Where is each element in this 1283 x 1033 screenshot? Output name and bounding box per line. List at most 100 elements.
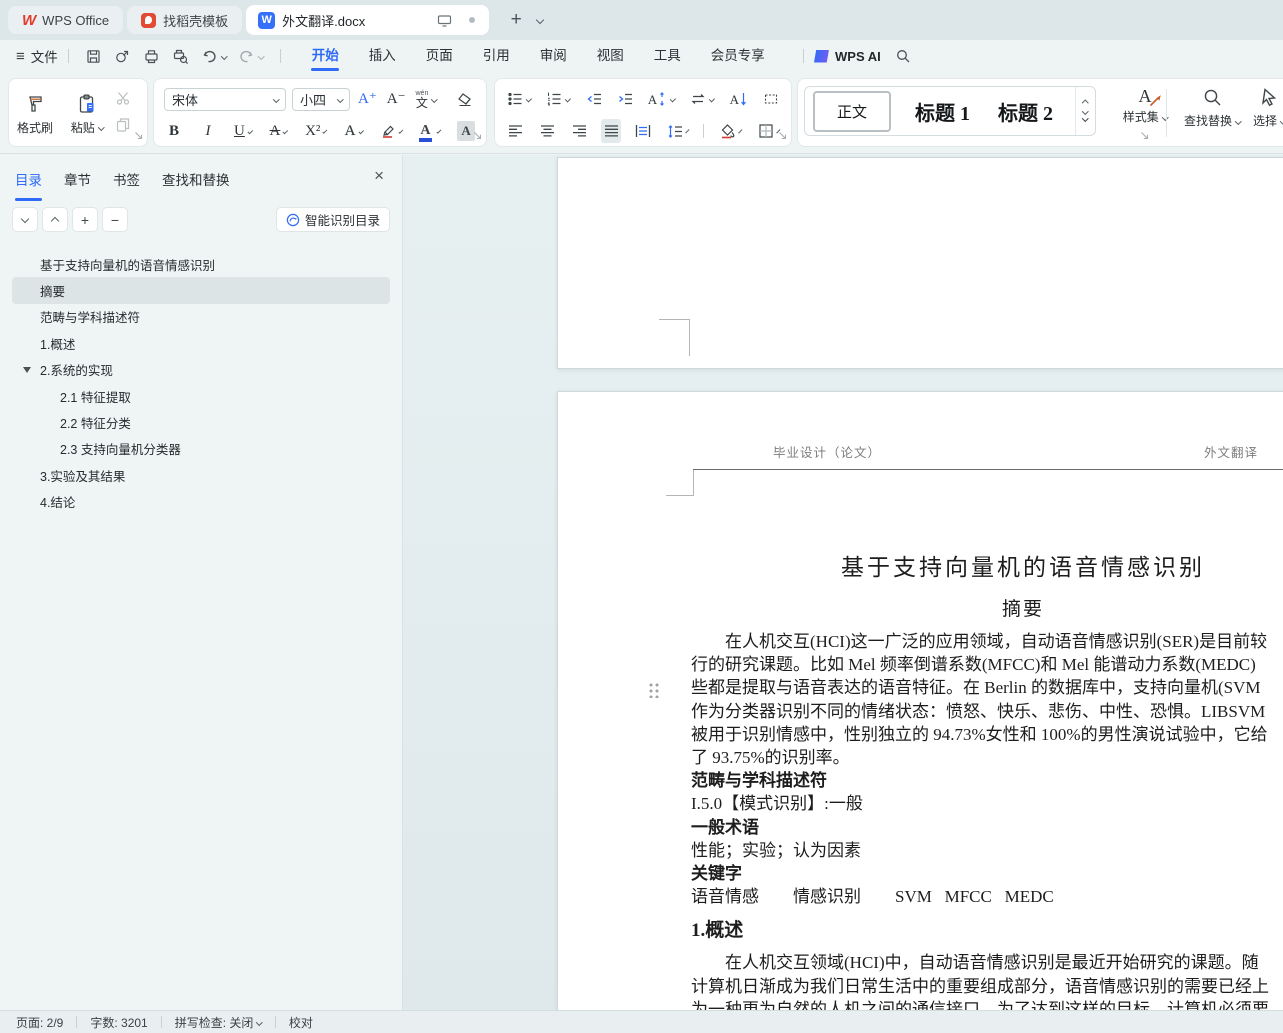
select-button[interactable]: 选择 bbox=[1253, 87, 1283, 129]
page-2[interactable]: 毕业设计（论文） 外文翻译 基于支持向量机的语音情感识别 摘要 在人机交互(HC… bbox=[557, 391, 1283, 1010]
distribute-button[interactable] bbox=[633, 119, 653, 143]
toc-item-svm-classifier[interactable]: 2.3 支持向量机分类器 bbox=[0, 436, 402, 462]
align-left-button[interactable] bbox=[505, 119, 525, 143]
toc-item-feature-extract[interactable]: 2.1 特征提取 bbox=[0, 383, 402, 409]
text-effects-button[interactable]: A bbox=[343, 119, 365, 143]
collapse-triangle-icon[interactable] bbox=[23, 366, 31, 373]
print-preview-button[interactable] bbox=[172, 48, 189, 65]
align-right-button[interactable] bbox=[569, 119, 589, 143]
style-heading1[interactable]: 标题 1 bbox=[915, 97, 970, 126]
ribbon-tab-insert[interactable]: 插入 bbox=[354, 40, 411, 72]
justify-button[interactable] bbox=[601, 119, 621, 143]
font-color-button[interactable]: A bbox=[418, 119, 442, 143]
ribbon-tab-home[interactable]: 开始 bbox=[297, 40, 354, 72]
page-1[interactable] bbox=[557, 157, 1283, 369]
redo-chevron-icon[interactable] bbox=[258, 52, 265, 60]
undo-button[interactable] bbox=[201, 48, 228, 65]
wps-ai-button[interactable]: WPS AI bbox=[835, 49, 881, 64]
line-spacing-button[interactable] bbox=[665, 119, 690, 143]
file-menu[interactable]: 文件 bbox=[31, 46, 58, 66]
gallery-expand-icon[interactable] bbox=[1082, 115, 1089, 122]
toc-item-descriptors[interactable]: 范畴与学科描述符 bbox=[0, 304, 402, 330]
nav-tab-chapters[interactable]: 章节 bbox=[64, 169, 91, 195]
paragraph-dialog-expander[interactable] bbox=[778, 128, 787, 143]
text-direction-button[interactable] bbox=[688, 87, 716, 111]
toc-item-title[interactable]: 基于支持向量机的语音情感识别 bbox=[0, 251, 402, 277]
gallery-down-icon[interactable] bbox=[1082, 107, 1089, 115]
cut-button[interactable] bbox=[115, 90, 131, 109]
save-button[interactable] bbox=[85, 48, 102, 65]
ribbon-tab-review[interactable]: 审阅 bbox=[525, 40, 582, 72]
proofread-button[interactable]: 校对 bbox=[289, 1014, 313, 1031]
ribbon-tab-member[interactable]: 会员专享 bbox=[696, 40, 780, 72]
underline-button[interactable]: U bbox=[232, 119, 254, 143]
toc-item-system[interactable]: 2.系统的实现 bbox=[0, 357, 402, 383]
spellcheck-toggle[interactable]: 拼写检查: 关闭 bbox=[175, 1014, 263, 1031]
paste-button[interactable]: 粘贴 bbox=[61, 83, 113, 145]
tab-list-chevron-icon[interactable] bbox=[535, 15, 545, 25]
show-marks-button[interactable] bbox=[761, 87, 781, 111]
character-scale-button[interactable]: A bbox=[646, 87, 678, 111]
document-workspace[interactable]: 毕业设计（论文） 外文翻译 基于支持向量机的语音情感识别 摘要 在人机交互(HC… bbox=[403, 155, 1283, 1010]
undo-chevron-icon[interactable] bbox=[220, 52, 228, 60]
gallery-up-icon[interactable] bbox=[1082, 100, 1089, 107]
align-center-button[interactable] bbox=[537, 119, 557, 143]
tab-wps-office[interactable]: W WPS Office bbox=[8, 6, 124, 34]
style-normal[interactable]: 正文 bbox=[813, 90, 892, 132]
main-menu-icon[interactable]: ≡ bbox=[16, 48, 25, 65]
ribbon-tab-tools[interactable]: 工具 bbox=[639, 40, 696, 72]
new-tab-button[interactable]: + bbox=[505, 9, 527, 31]
decrease-indent-button[interactable] bbox=[584, 87, 604, 111]
superscript-button[interactable]: X² bbox=[303, 119, 329, 143]
clipboard-dialog-expander[interactable] bbox=[134, 128, 143, 143]
toc-item-feature-classify[interactable]: 2.2 特征分类 bbox=[0, 409, 402, 435]
sort-button[interactable]: A bbox=[728, 87, 750, 111]
collapse-all-button[interactable] bbox=[42, 207, 68, 232]
toc-item-conclusion[interactable]: 4.结论 bbox=[0, 489, 402, 515]
copy-button[interactable] bbox=[115, 117, 131, 136]
styles-dialog-expander[interactable] bbox=[1140, 128, 1149, 143]
toc-item-experiments[interactable]: 3.实验及其结果 bbox=[0, 462, 402, 488]
tab-document-active[interactable]: W 外文翻译.docx bbox=[246, 5, 490, 35]
nav-tab-contents[interactable]: 目录 bbox=[15, 169, 42, 201]
word-count[interactable]: 字数: 3201 bbox=[90, 1014, 147, 1031]
strikethrough-button[interactable]: A bbox=[268, 119, 290, 143]
tab-docer-templates[interactable]: 找稻壳模板 bbox=[127, 6, 243, 34]
bold-button[interactable]: B bbox=[164, 119, 184, 143]
style-heading2[interactable]: 标题 2 bbox=[998, 97, 1053, 126]
ribbon-tab-view[interactable]: 视图 bbox=[582, 40, 639, 72]
screen-mode-icon[interactable] bbox=[437, 14, 452, 27]
expand-all-button[interactable] bbox=[12, 207, 38, 232]
paste-chevron-icon[interactable] bbox=[97, 124, 105, 131]
redo-button[interactable] bbox=[238, 48, 265, 65]
zoom-out-toc-button[interactable]: − bbox=[102, 207, 128, 232]
bullets-button[interactable] bbox=[505, 87, 533, 111]
highlight-button[interactable] bbox=[378, 119, 404, 143]
clear-format-button[interactable] bbox=[454, 87, 476, 111]
numbering-button[interactable] bbox=[544, 87, 572, 111]
phonetic-guide-button[interactable]: wén 文 bbox=[414, 87, 439, 111]
smart-toc-button[interactable]: 智能识别目录 bbox=[275, 207, 390, 232]
format-painter-button[interactable]: 格式刷 bbox=[9, 83, 61, 145]
nav-tab-find-replace[interactable]: 查找和替换 bbox=[162, 169, 230, 195]
ribbon-tab-reference[interactable]: 引用 bbox=[468, 40, 525, 72]
close-pane-icon[interactable]: × bbox=[374, 167, 384, 184]
increase-font-button[interactable]: A⁺ bbox=[356, 87, 379, 111]
page-indicator[interactable]: 页面: 2/9 bbox=[16, 1014, 63, 1031]
toc-item-overview[interactable]: 1.概述 bbox=[0, 330, 402, 356]
toc-item-abstract-selected[interactable]: 摘要 bbox=[12, 277, 390, 304]
font-dialog-expander[interactable] bbox=[473, 128, 482, 143]
search-command-icon[interactable] bbox=[895, 48, 911, 64]
italic-button[interactable]: I bbox=[198, 119, 218, 143]
decrease-font-button[interactable]: A⁻ bbox=[385, 87, 408, 111]
export-pdf-button[interactable] bbox=[114, 48, 131, 65]
shading-button[interactable] bbox=[717, 119, 743, 143]
ribbon-tab-page[interactable]: 页面 bbox=[411, 40, 468, 72]
font-size-select[interactable]: 小四 bbox=[292, 87, 350, 111]
print-button[interactable] bbox=[143, 48, 160, 65]
paragraph-drag-handle-icon[interactable] bbox=[648, 682, 659, 698]
zoom-in-toc-button[interactable]: + bbox=[72, 207, 98, 232]
nav-tab-bookmarks[interactable]: 书签 bbox=[113, 169, 140, 195]
increase-indent-button[interactable] bbox=[615, 87, 635, 111]
font-name-select[interactable]: 宋体 bbox=[164, 87, 286, 111]
